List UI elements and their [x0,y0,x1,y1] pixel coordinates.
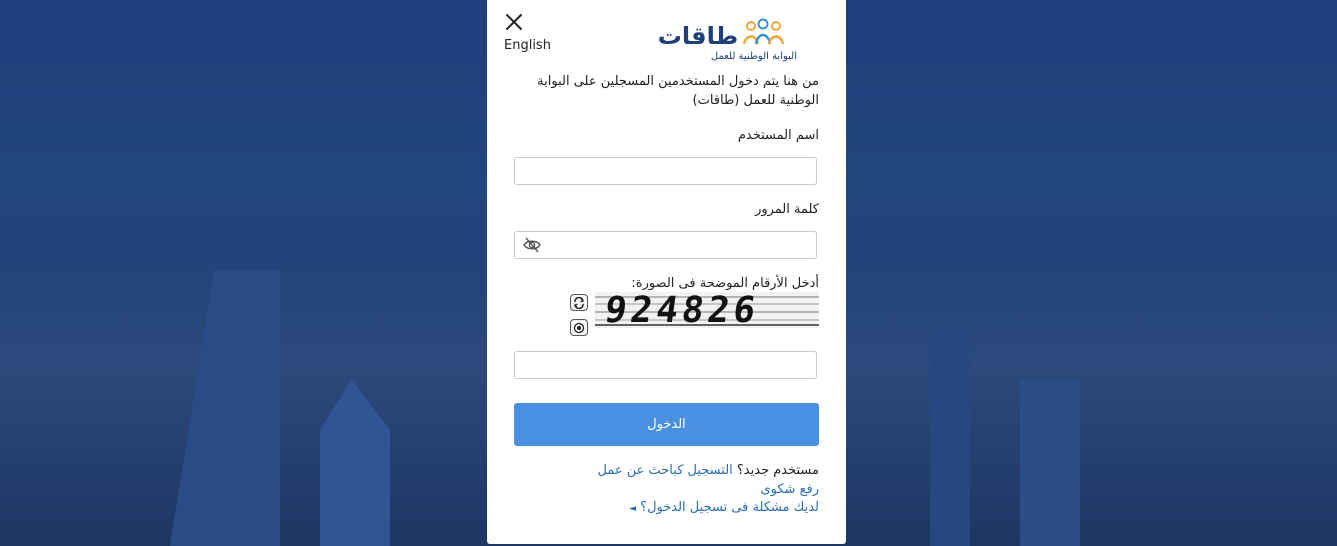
file-complaint-link[interactable]: رفع شكوى [760,482,819,497]
audio-icon [573,322,585,333]
taqat-logo: طاقات البوابة الوطنية للعمل [652,18,797,68]
password-input[interactable] [514,231,817,259]
login-problem-link[interactable]: لديك مشكلة فى تسجيل الدخول؟ [640,500,819,515]
username-label: اسم المستخدم [737,128,819,143]
captcha-input[interactable] [514,351,817,379]
logo-name: طاقات [657,22,739,50]
password-label: كلمة المرور [755,202,819,217]
language-toggle[interactable]: English [504,38,551,53]
background-tower [1020,380,1080,546]
username-input[interactable] [514,157,817,185]
login-button[interactable]: الدخول [514,403,819,446]
refresh-icon [573,296,585,309]
eye-slash-icon[interactable] [523,237,541,253]
refresh-captcha-button[interactable] [570,294,588,311]
register-jobseeker-link[interactable]: التسجيل كباحث عن عمل [597,463,732,478]
intro-text: من هنا يتم دخول المستخدمين المسجلين على … [537,74,819,108]
captcha-label: أدخل الأرقام الموضحة فى الصورة: [631,276,819,291]
captcha-text: 924826 [602,290,762,331]
close-button[interactable] [504,12,524,32]
arrow-left-icon: ◄ [629,504,637,514]
background-tower [930,330,970,546]
captcha-image: 924826 [595,290,819,331]
logo-tagline: البوابة الوطنية للعمل [710,51,797,62]
close-icon [506,14,522,30]
login-panel: English طاقات البوابة الوطنية للعمل من ه… [487,0,846,544]
new-user-prefix: مستخدم جديد؟ [736,463,819,478]
audio-captcha-button[interactable] [570,319,588,336]
new-user-line: مستخدم جديد؟ التسجيل كباحث عن عمل [597,463,819,478]
